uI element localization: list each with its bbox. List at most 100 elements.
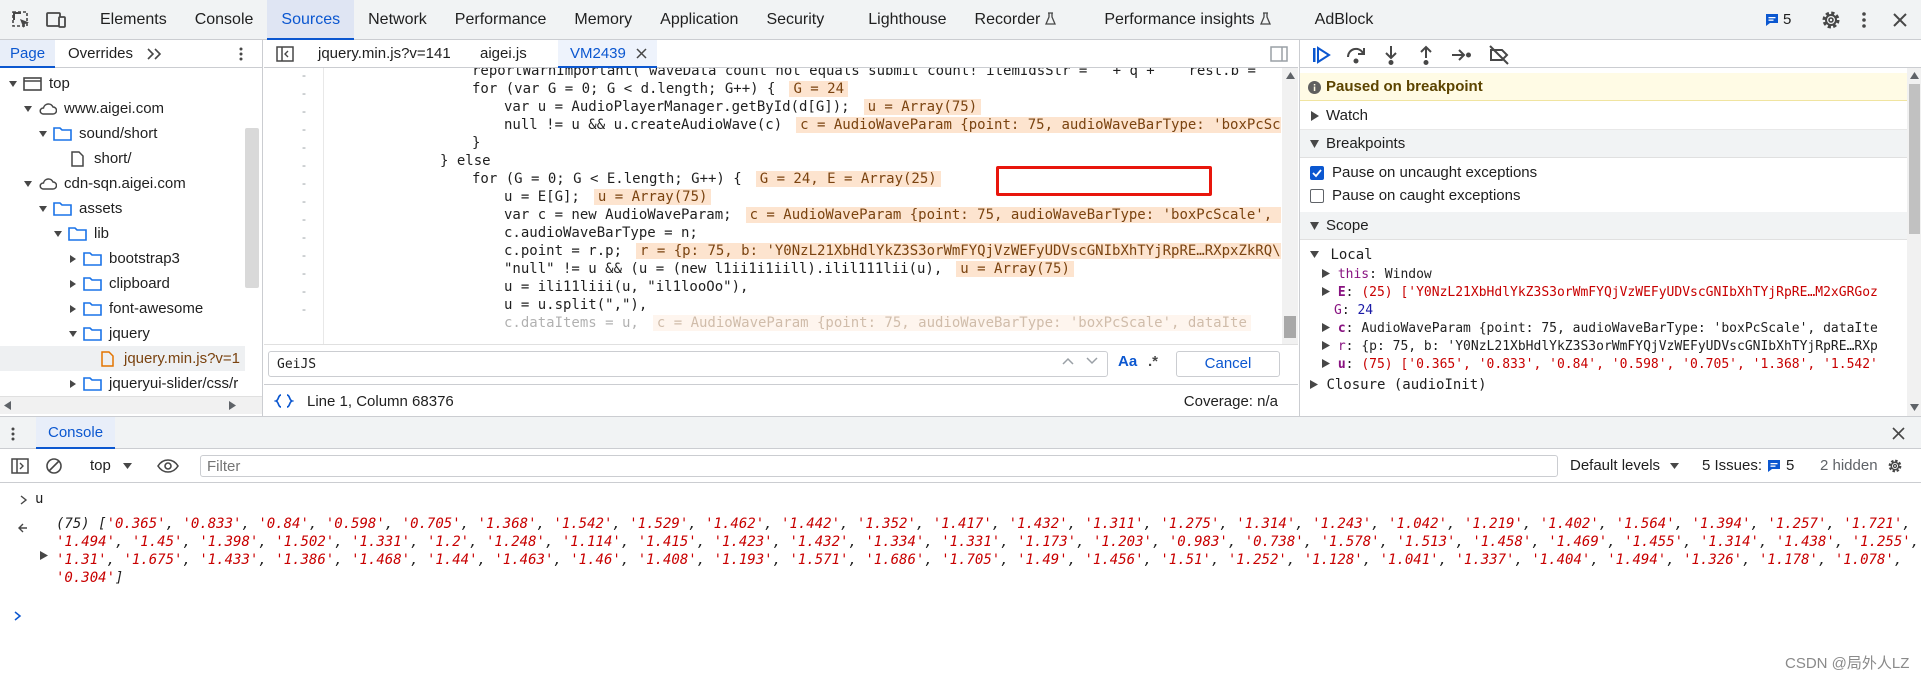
tree-item-folder[interactable]: jqueryui-slider/css/r [68,371,238,396]
tab-memory[interactable]: Memory [560,0,646,40]
tab-vm-file[interactable]: VM2439 [558,40,658,68]
tree-item-folder[interactable]: jquery [68,321,150,346]
scope-variable-row[interactable]: this: Window [1322,266,1432,284]
toggle-debugger-icon[interactable] [1270,46,1288,62]
step-into-icon[interactable] [1380,44,1402,66]
tree-item-top[interactable]: top [8,71,70,96]
close-tab-icon[interactable] [636,48,647,59]
search-cancel-button[interactable]: Cancel [1176,351,1280,377]
collapsed-triangle-icon[interactable] [68,304,78,314]
collapsed-triangle-icon[interactable] [68,254,78,264]
tree-item-folder[interactable]: assets [38,196,122,221]
tab-recorder[interactable]: Recorder [961,0,1071,40]
inspect-element-icon[interactable] [9,8,33,32]
log-levels-dropdown[interactable]: Default levels [1570,457,1680,474]
device-toolbar-icon[interactable] [44,8,68,32]
search-next-icon[interactable] [1086,357,1098,365]
settings-gear-icon[interactable] [1819,8,1843,32]
context-selector[interactable]: top [90,455,133,477]
collapsed-triangle-icon[interactable] [40,551,48,560]
expanded-triangle-icon[interactable] [1310,139,1319,149]
scroll-right-icon[interactable] [228,401,236,410]
expanded-triangle-icon[interactable] [38,129,48,139]
scope-variable-row[interactable]: u: (75) ['0.365', '0.833', '0.84', '0.59… [1322,356,1878,374]
expanded-triangle-icon[interactable] [23,179,33,189]
expanded-triangle-icon[interactable] [1310,250,1319,259]
collapsed-triangle-icon[interactable] [68,279,78,289]
tree-item-folder[interactable]: clipboard [68,271,170,296]
scroll-up-icon[interactable] [1910,72,1919,79]
tree-item-file-selected[interactable]: jquery.min.js?v=1 [0,346,245,371]
scroll-up-icon[interactable] [1286,72,1295,79]
collapsed-triangle-icon[interactable] [1322,341,1330,350]
more-options-icon[interactable] [1852,8,1876,32]
console-prompt-icon[interactable] [14,611,22,621]
drawer-tab-console[interactable]: Console [36,417,116,449]
tab-adblock[interactable]: AdBlock [1285,0,1388,40]
collapsed-triangle-icon[interactable] [1322,269,1330,278]
expanded-triangle-icon[interactable] [8,79,18,89]
local-scope-header[interactable]: Local [1310,246,1373,264]
watch-section-header[interactable]: Watch [1300,102,1907,130]
match-case-toggle[interactable]: Aa [1118,353,1137,370]
resume-icon[interactable] [1310,44,1332,66]
expanded-triangle-icon[interactable] [53,229,63,239]
scope-variable-row[interactable]: E: (25) ['Y0NzL21XbHdlYkZ3S3orWmFYQjVzWE… [1322,284,1878,302]
tree-item-folder[interactable]: lib [53,221,109,246]
drawer-menu-icon[interactable] [10,427,16,441]
scroll-down-icon[interactable] [1910,404,1919,411]
scope-variable-row[interactable]: r: {p: 75, b: 'Y0NzL21XbHdlYkZ3S3orWmFYQ… [1322,338,1878,356]
scope-variable-row[interactable]: G: 24 [1334,302,1373,320]
issues-counter[interactable]: 5 [1765,11,1791,28]
tab-application[interactable]: Application [646,0,752,40]
collapsed-triangle-icon[interactable] [1310,380,1318,389]
collapsed-triangle-icon[interactable] [1322,287,1330,296]
navigator-vertical-scrollbar[interactable] [245,128,259,288]
show-sidebar-icon[interactable] [11,458,29,474]
editor-vertical-scrollbar[interactable] [1282,68,1298,358]
expanded-triangle-icon[interactable] [1310,221,1319,231]
editor-vertical-thumb[interactable] [1284,316,1296,338]
debugger-vertical-scrollbar[interactable] [1907,68,1921,416]
step-over-icon[interactable] [1345,44,1367,66]
scope-variable-row[interactable]: c: AudioWaveParam {point: 75, audioWaveB… [1322,320,1878,338]
tab-elements[interactable]: Elements [86,0,181,40]
tree-item-folder[interactable]: font-awesome [68,296,203,321]
toggle-navigator-icon[interactable] [276,46,294,62]
pretty-print-braces-icon[interactable] [274,394,294,408]
console-filter-input[interactable] [200,455,1558,477]
navigator-horizontal-scrollbar[interactable] [0,396,262,414]
tree-item-domain[interactable]: cdn-sqn.aigei.com [23,171,186,196]
tab-performance[interactable]: Performance [441,0,561,40]
step-icon[interactable] [1450,44,1472,66]
scope-section-header[interactable]: Scope [1300,212,1907,240]
tab-network[interactable]: Network [354,0,441,40]
tab-aigei-file[interactable]: aigei.js [472,40,535,68]
tab-overrides[interactable]: Overrides [68,40,133,68]
collapsed-triangle-icon[interactable] [1322,323,1330,332]
regex-toggle[interactable]: .* [1148,353,1158,370]
collapsed-triangle-icon[interactable] [1310,111,1319,121]
debugger-vertical-thumb[interactable] [1909,84,1920,234]
line-gutter[interactable]: - - - - - - - - - - - - - - [264,68,324,358]
tab-security[interactable]: Security [752,0,838,40]
console-issues-button[interactable]: 5 Issues: 5 [1702,457,1794,474]
tree-item-folder[interactable]: bootstrap3 [68,246,180,271]
search-input[interactable] [268,351,1108,377]
collapsed-triangle-icon[interactable] [1322,359,1330,368]
scroll-left-icon[interactable] [4,401,12,410]
tab-performance-insights[interactable]: Performance insights [1070,0,1284,40]
tree-item-folder[interactable]: sound/short [38,121,157,146]
expanded-triangle-icon[interactable] [68,329,78,339]
expanded-triangle-icon[interactable] [38,204,48,214]
breakpoints-section-header[interactable]: Breakpoints [1300,130,1907,158]
tab-console[interactable]: Console [181,0,268,40]
pause-caught-row[interactable]: Pause on caught exceptions [1300,186,1900,206]
console-settings-gear-icon[interactable] [1886,457,1904,475]
tree-item-file[interactable]: short/ [68,146,132,171]
closure-scope-row[interactable]: Closure (audioInit) [1310,376,1487,394]
navigator-menu-icon[interactable] [238,46,244,62]
clear-console-icon[interactable] [45,457,63,475]
collapsed-triangle-icon[interactable] [68,379,78,389]
tab-jquery-file[interactable]: jquery.min.js?v=141 [310,40,459,68]
